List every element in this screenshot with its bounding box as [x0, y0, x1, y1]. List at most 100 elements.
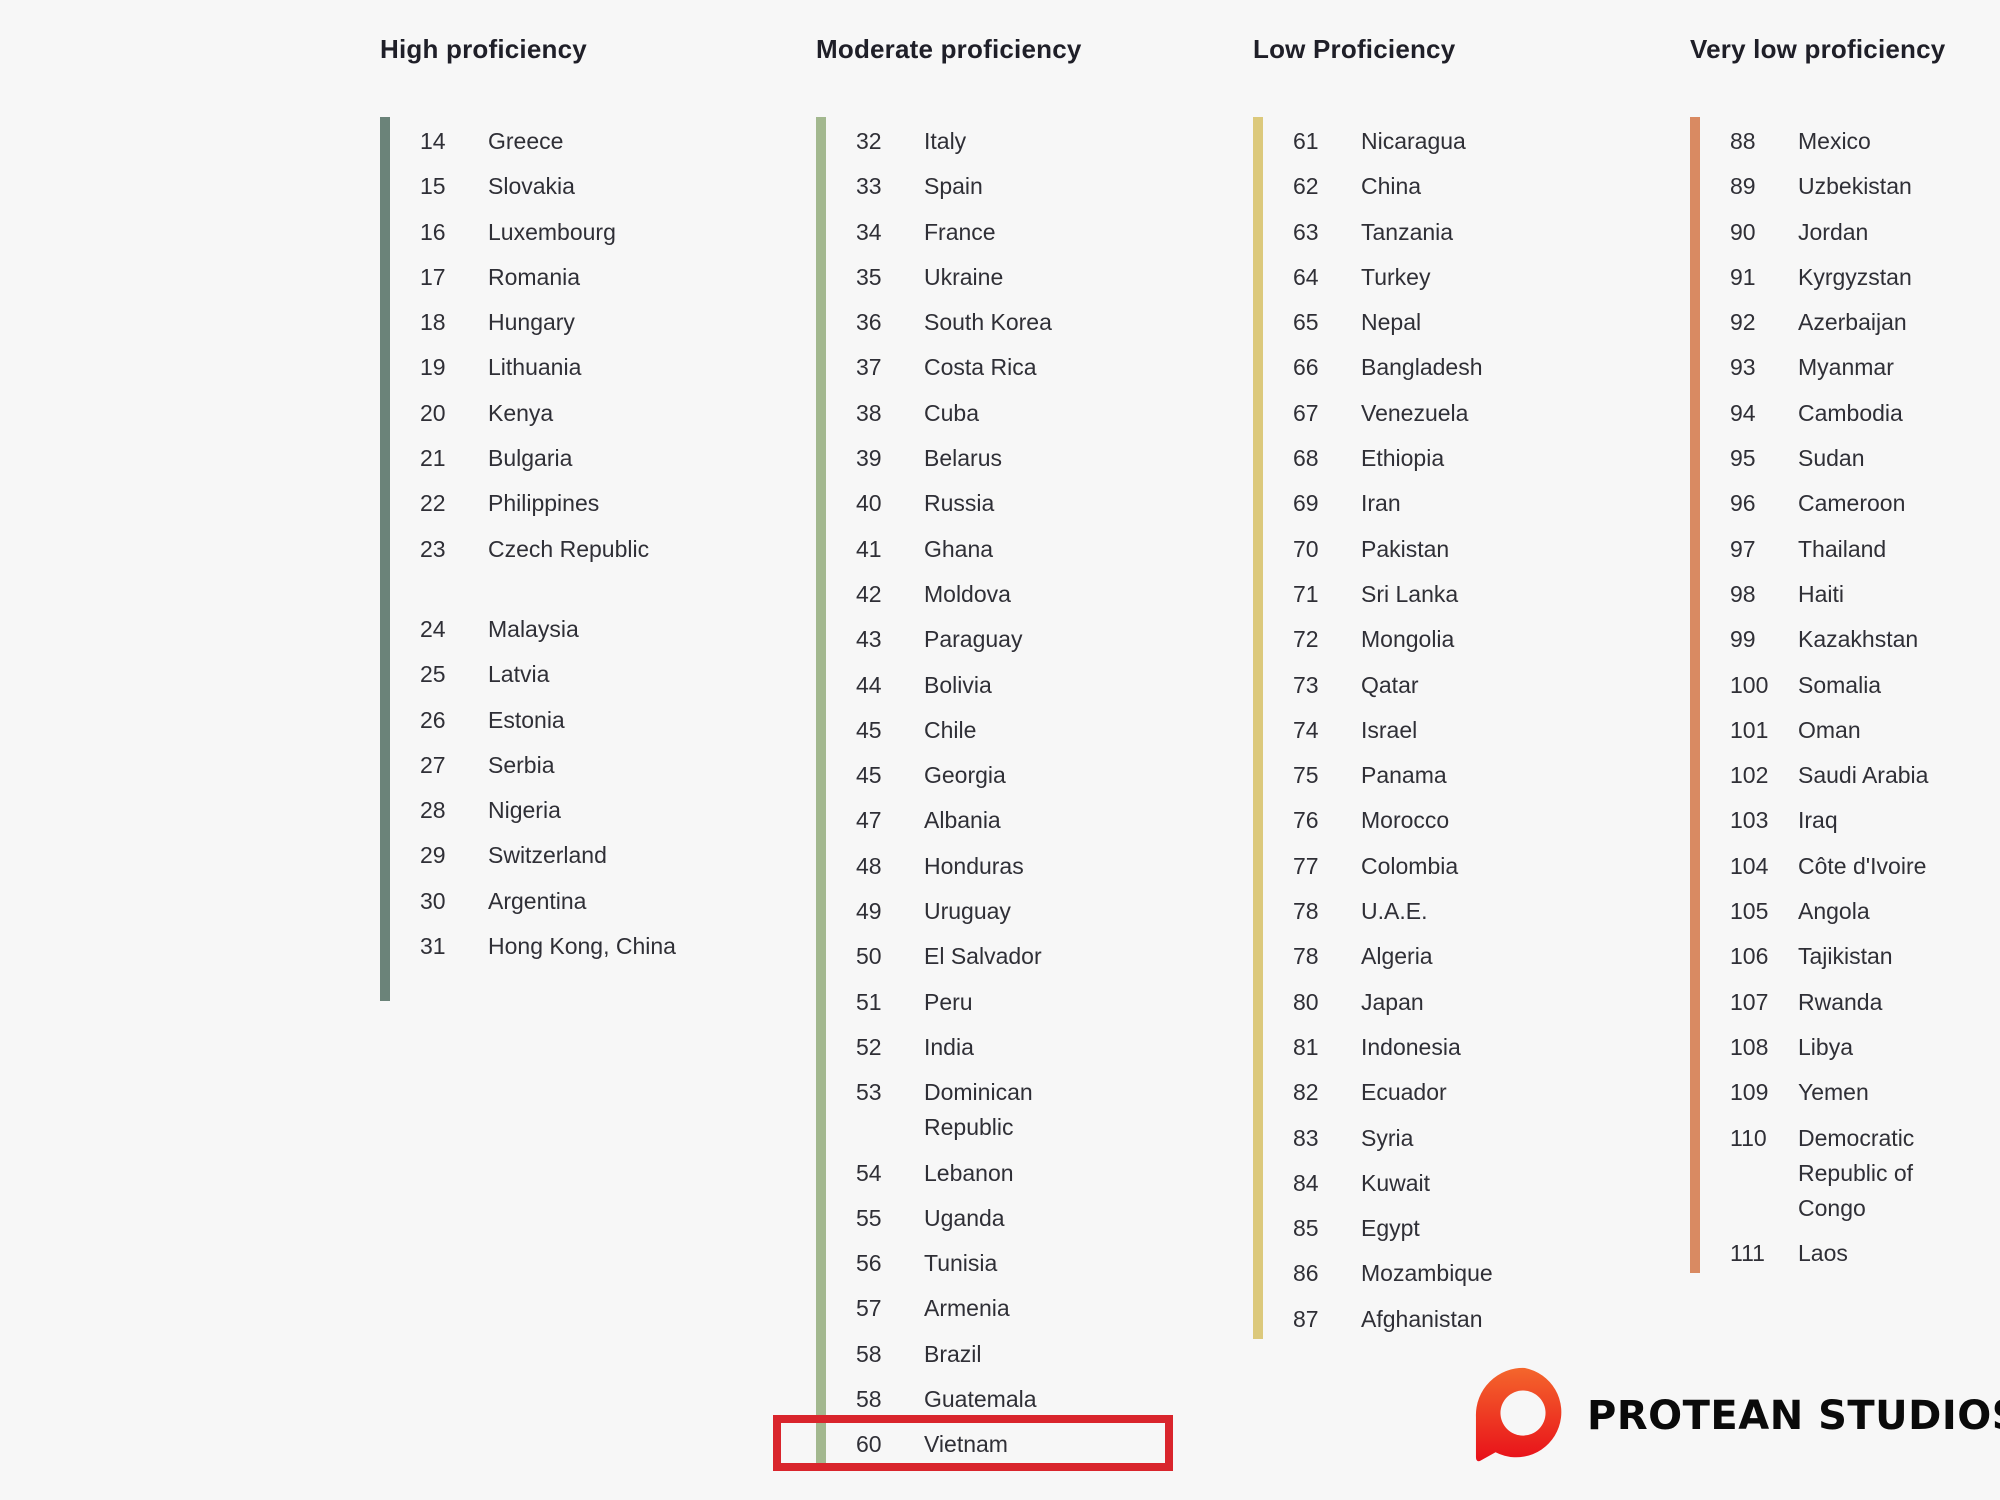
rank-number: 36 — [856, 309, 882, 336]
rank-number: 43 — [856, 626, 882, 653]
country-name: Kuwait — [1361, 1169, 1431, 1196]
country-name: Nicaragua — [1361, 128, 1466, 154]
country-name: Peru — [924, 988, 973, 1015]
rank-number: 109 — [1730, 1079, 1769, 1106]
rank-number: 61 — [1293, 128, 1319, 154]
country-name: Tanzania — [1361, 218, 1454, 245]
country-name: Latvia — [488, 661, 550, 688]
rank-number: 20 — [420, 399, 446, 426]
country-name: U.A.E. — [1361, 898, 1428, 925]
country-name: Saudi Arabia — [1798, 762, 1929, 789]
rank-number: 28 — [420, 797, 446, 824]
country-name: Somalia — [1798, 671, 1882, 698]
rank-number: 56 — [856, 1250, 882, 1277]
rank-number: 50 — [856, 943, 882, 970]
rank-number: 66 — [1293, 354, 1319, 381]
column-heading: High proficiency — [380, 34, 587, 64]
rank-number: 73 — [1293, 671, 1319, 698]
country-name: Morocco — [1361, 807, 1450, 834]
country-name: Italy — [924, 128, 967, 154]
country-name: Mongolia — [1361, 626, 1455, 653]
country-name: Colombia — [1361, 852, 1459, 879]
country-name: Turkey — [1361, 263, 1431, 290]
rank-number: 70 — [1293, 535, 1319, 562]
country-name: Uruguay — [924, 898, 1011, 925]
rank-number: 68 — [1293, 445, 1319, 472]
country-name: Ghana — [924, 535, 994, 562]
rank-number: 98 — [1730, 580, 1756, 607]
country-name: Côte d'Ivoire — [1798, 852, 1927, 879]
rank-number: 55 — [856, 1204, 882, 1231]
country-name: Mozambique — [1361, 1260, 1493, 1287]
country-name: Brazil — [924, 1340, 982, 1367]
country-name: Oman — [1798, 716, 1861, 743]
rank-number: 53 — [856, 1079, 882, 1106]
country-name: Estonia — [488, 706, 565, 733]
country-name: Guatemala — [924, 1386, 1037, 1413]
country-name: Romania — [488, 263, 581, 290]
country-name: Algeria — [1361, 943, 1433, 970]
country-name: El Salvador — [924, 943, 1042, 970]
rank-number: 19 — [420, 354, 446, 381]
rank-number: 72 — [1293, 626, 1319, 653]
country-name: Libya — [1798, 1033, 1853, 1060]
country-name: Hungary — [488, 309, 575, 336]
rank-number: 33 — [856, 173, 882, 200]
rank-number: 40 — [856, 490, 882, 517]
category-bar — [380, 117, 390, 1001]
rank-number: 77 — [1293, 852, 1319, 879]
rank-number: 49 — [856, 898, 882, 925]
rank-number: 106 — [1730, 943, 1769, 970]
country-name: Uganda — [924, 1204, 1005, 1231]
rank-number: 92 — [1730, 309, 1756, 336]
country-name: Syria — [1361, 1124, 1414, 1151]
rank-number: 45 — [856, 716, 882, 743]
rank-number: 24 — [420, 615, 446, 642]
country-name: South Korea — [924, 309, 1052, 336]
country-name: Qatar — [1361, 671, 1419, 698]
country-name: Lebanon — [924, 1159, 1014, 1186]
rank-number: 15 — [420, 173, 446, 200]
column-heading: Low Proficiency — [1253, 34, 1456, 64]
rank-number: 105 — [1730, 898, 1769, 925]
country-name: Panama — [1361, 762, 1447, 789]
rank-number: 103 — [1730, 807, 1769, 834]
rank-number: 64 — [1293, 263, 1319, 290]
rank-number: 94 — [1730, 399, 1756, 426]
country-name: Armenia — [924, 1295, 1010, 1322]
country-name: Egypt — [1361, 1215, 1420, 1242]
country-name: Bulgaria — [488, 445, 573, 472]
country-name: Thailand — [1798, 535, 1887, 562]
rank-number: 62 — [1293, 173, 1319, 200]
rank-number: 78 — [1293, 943, 1319, 970]
rank-number: 57 — [856, 1295, 882, 1322]
rank-number: 34 — [856, 218, 882, 245]
rank-number: 86 — [1293, 1260, 1319, 1287]
rank-number: 35 — [856, 263, 882, 290]
country-name: Nepal — [1361, 309, 1422, 336]
country-name: Myanmar — [1798, 354, 1894, 381]
column-heading: Very low proficiency — [1690, 34, 1946, 64]
rank-number: 95 — [1730, 445, 1756, 472]
country-name: Democratic Republic of Congo — [1798, 1124, 1915, 1221]
rank-number: 93 — [1730, 354, 1756, 381]
country-name: India — [924, 1033, 974, 1060]
country-name: Tajikistan — [1798, 943, 1893, 970]
rank-number: 97 — [1730, 535, 1756, 562]
country-name: Afghanistan — [1361, 1305, 1483, 1332]
rank-number: 82 — [1293, 1079, 1319, 1106]
rank-number: 104 — [1730, 852, 1769, 879]
country-name: Paraguay — [924, 626, 1023, 653]
country-name: Ethiopia — [1361, 445, 1445, 472]
column-heading: Moderate proficiency — [816, 34, 1082, 64]
country-name: Haiti — [1798, 580, 1845, 607]
rank-number: 32 — [856, 128, 882, 154]
country-name: Cambodia — [1798, 399, 1903, 426]
country-name: Jordan — [1798, 218, 1869, 245]
rank-number: 78 — [1293, 898, 1319, 925]
rank-number: 90 — [1730, 218, 1756, 245]
country-name: Ukraine — [924, 263, 1004, 290]
rank-number: 96 — [1730, 490, 1756, 517]
country-name: Ecuador — [1361, 1079, 1447, 1106]
rank-number: 99 — [1730, 626, 1756, 653]
